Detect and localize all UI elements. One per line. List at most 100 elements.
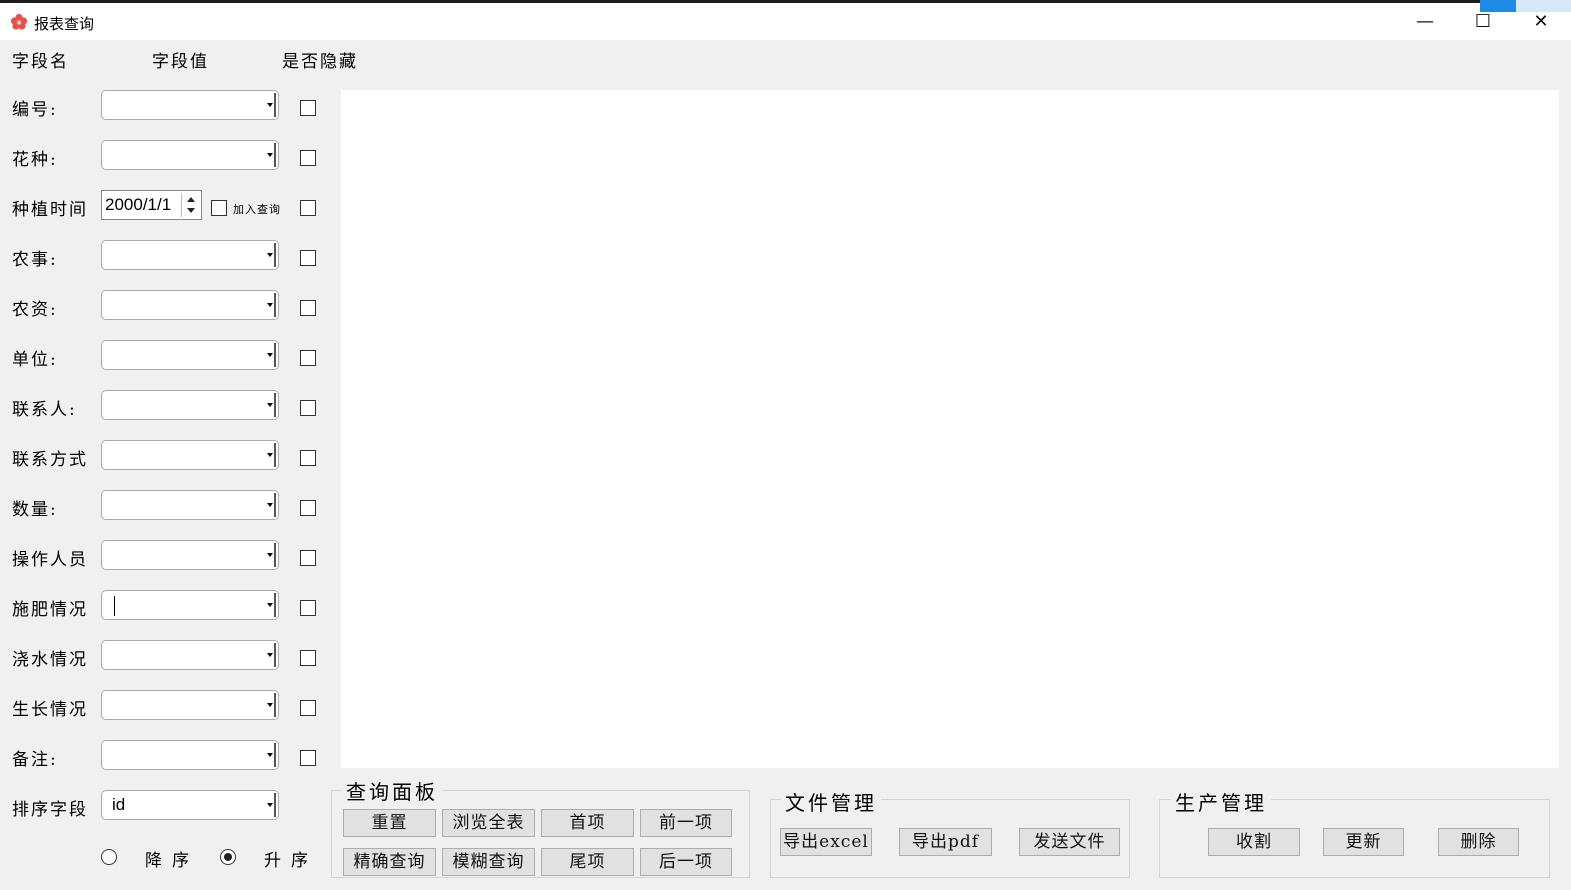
- hide-planting-time-checkbox[interactable]: [300, 200, 316, 216]
- label-variety: 花种:: [12, 150, 58, 170]
- update-button[interactable]: 更新: [1323, 828, 1404, 856]
- hide-farm-work-checkbox[interactable]: [300, 250, 316, 266]
- farm-work-combo[interactable]: [101, 240, 279, 270]
- label-remarks: 备注:: [12, 750, 58, 770]
- label-growth: 生长情况: [12, 700, 88, 720]
- farm-supplies-combo[interactable]: [101, 290, 279, 320]
- chevron-down-icon: [266, 393, 276, 417]
- chevron-down-icon: [266, 493, 276, 517]
- minimize-icon: —: [1416, 11, 1434, 32]
- spin-down-icon[interactable]: [187, 208, 195, 213]
- label-operator: 操作人员: [12, 550, 88, 570]
- chevron-down-icon: [266, 293, 276, 317]
- sort-asc-label: 升序: [264, 851, 318, 871]
- chevron-down-icon: [266, 143, 276, 167]
- hide-fertilizing-checkbox[interactable]: [300, 600, 316, 616]
- chevron-down-icon: [266, 743, 276, 767]
- header-field-value: 字段值: [152, 52, 209, 72]
- hide-quantity-checkbox[interactable]: [300, 500, 316, 516]
- label-contact: 联系人:: [12, 400, 77, 420]
- send-file-button[interactable]: 发送文件: [1019, 828, 1120, 856]
- prev-record-button[interactable]: 前一项: [640, 809, 732, 837]
- maximize-icon: ☐: [1474, 11, 1492, 32]
- growth-combo[interactable]: [101, 690, 279, 720]
- chevron-down-icon: [266, 543, 276, 567]
- hide-unit-checkbox[interactable]: [300, 350, 316, 366]
- quantity-combo[interactable]: [101, 490, 279, 520]
- title-bar: 报表查询 — ☐ ✕: [0, 0, 1571, 40]
- export-excel-button[interactable]: 导出excel: [780, 828, 872, 856]
- harvest-button[interactable]: 收割: [1208, 828, 1300, 856]
- browse-all-button[interactable]: 浏览全表: [442, 809, 535, 837]
- query-panel-title: 查询面板: [342, 776, 442, 805]
- hide-operator-checkbox[interactable]: [300, 550, 316, 566]
- results-table-view[interactable]: [341, 90, 1559, 768]
- header-field-name: 字段名: [12, 52, 69, 72]
- label-sort-field: 排序字段: [12, 800, 88, 820]
- sort-asc-radio[interactable]: [220, 849, 236, 865]
- unit-combo[interactable]: [101, 340, 279, 370]
- label-unit: 单位:: [12, 350, 58, 370]
- flower-app-icon: [10, 13, 28, 30]
- variety-combo[interactable]: [101, 140, 279, 170]
- hide-contact-checkbox[interactable]: [300, 400, 316, 416]
- fuzzy-query-button[interactable]: 模糊查询: [442, 848, 535, 876]
- chevron-down-icon: [266, 643, 276, 667]
- label-farm-supplies: 农资:: [12, 300, 58, 320]
- contact-method-combo[interactable]: [101, 440, 279, 470]
- label-id: 编号:: [12, 100, 58, 120]
- sort-desc-label: 降序: [145, 851, 199, 871]
- hide-watering-checkbox[interactable]: [300, 650, 316, 666]
- sort-desc-radio[interactable]: [101, 849, 117, 865]
- first-record-button[interactable]: 首项: [541, 809, 634, 837]
- spin-up-icon[interactable]: [187, 197, 195, 202]
- text-caret: [114, 596, 115, 616]
- sort-field-value: id: [112, 795, 126, 814]
- delete-button[interactable]: 删除: [1438, 828, 1519, 856]
- contact-combo[interactable]: [101, 390, 279, 420]
- operator-combo[interactable]: [101, 540, 279, 570]
- minimize-button[interactable]: —: [1396, 7, 1454, 39]
- chevron-down-icon: [266, 793, 276, 817]
- hide-id-checkbox[interactable]: [300, 100, 316, 116]
- header-is-hidden: 是否隐藏: [282, 52, 358, 72]
- export-pdf-button[interactable]: 导出pdf: [899, 828, 992, 856]
- exact-query-button[interactable]: 精确查询: [343, 848, 436, 876]
- chevron-down-icon: [266, 593, 276, 617]
- close-icon: ✕: [1533, 11, 1549, 32]
- join-query-checkbox[interactable]: [211, 200, 227, 216]
- remarks-combo[interactable]: [101, 740, 279, 770]
- hide-variety-checkbox[interactable]: [300, 150, 316, 166]
- hide-growth-checkbox[interactable]: [300, 700, 316, 716]
- close-button[interactable]: ✕: [1512, 7, 1570, 39]
- next-record-button[interactable]: 后一项: [640, 848, 732, 876]
- join-query-label: 加入查询: [233, 203, 281, 216]
- sort-field-combo[interactable]: id: [101, 790, 279, 820]
- last-record-button[interactable]: 尾项: [541, 848, 634, 876]
- production-management-title: 生产管理: [1171, 787, 1271, 816]
- chevron-down-icon: [266, 93, 276, 117]
- watering-combo[interactable]: [101, 640, 279, 670]
- date-spinner[interactable]: [181, 193, 199, 217]
- label-farm-work: 农事:: [12, 250, 58, 270]
- label-quantity: 数量:: [12, 500, 58, 520]
- chevron-down-icon: [266, 443, 276, 467]
- chevron-down-icon: [266, 243, 276, 267]
- id-combo[interactable]: [101, 90, 279, 120]
- hide-contact-method-checkbox[interactable]: [300, 450, 316, 466]
- fertilizing-combo[interactable]: [101, 590, 279, 620]
- chevron-down-icon: [266, 693, 276, 717]
- file-management-title: 文件管理: [781, 787, 881, 816]
- maximize-button[interactable]: ☐: [1454, 7, 1512, 39]
- hide-farm-supplies-checkbox[interactable]: [300, 300, 316, 316]
- hide-remarks-checkbox[interactable]: [300, 750, 316, 766]
- reset-button[interactable]: 重置: [343, 809, 436, 837]
- label-fertilizing: 施肥情况: [12, 600, 88, 620]
- chevron-down-icon: [266, 343, 276, 367]
- planting-time-date-edit[interactable]: 2000/1/1: [101, 190, 202, 220]
- label-planting-time: 种植时间: [12, 200, 88, 220]
- window-title: 报表查询: [34, 15, 95, 33]
- planting-time-value: 2000/1/1: [105, 195, 172, 214]
- label-watering: 浇水情况: [12, 650, 88, 670]
- label-contact-method: 联系方式: [12, 450, 88, 470]
